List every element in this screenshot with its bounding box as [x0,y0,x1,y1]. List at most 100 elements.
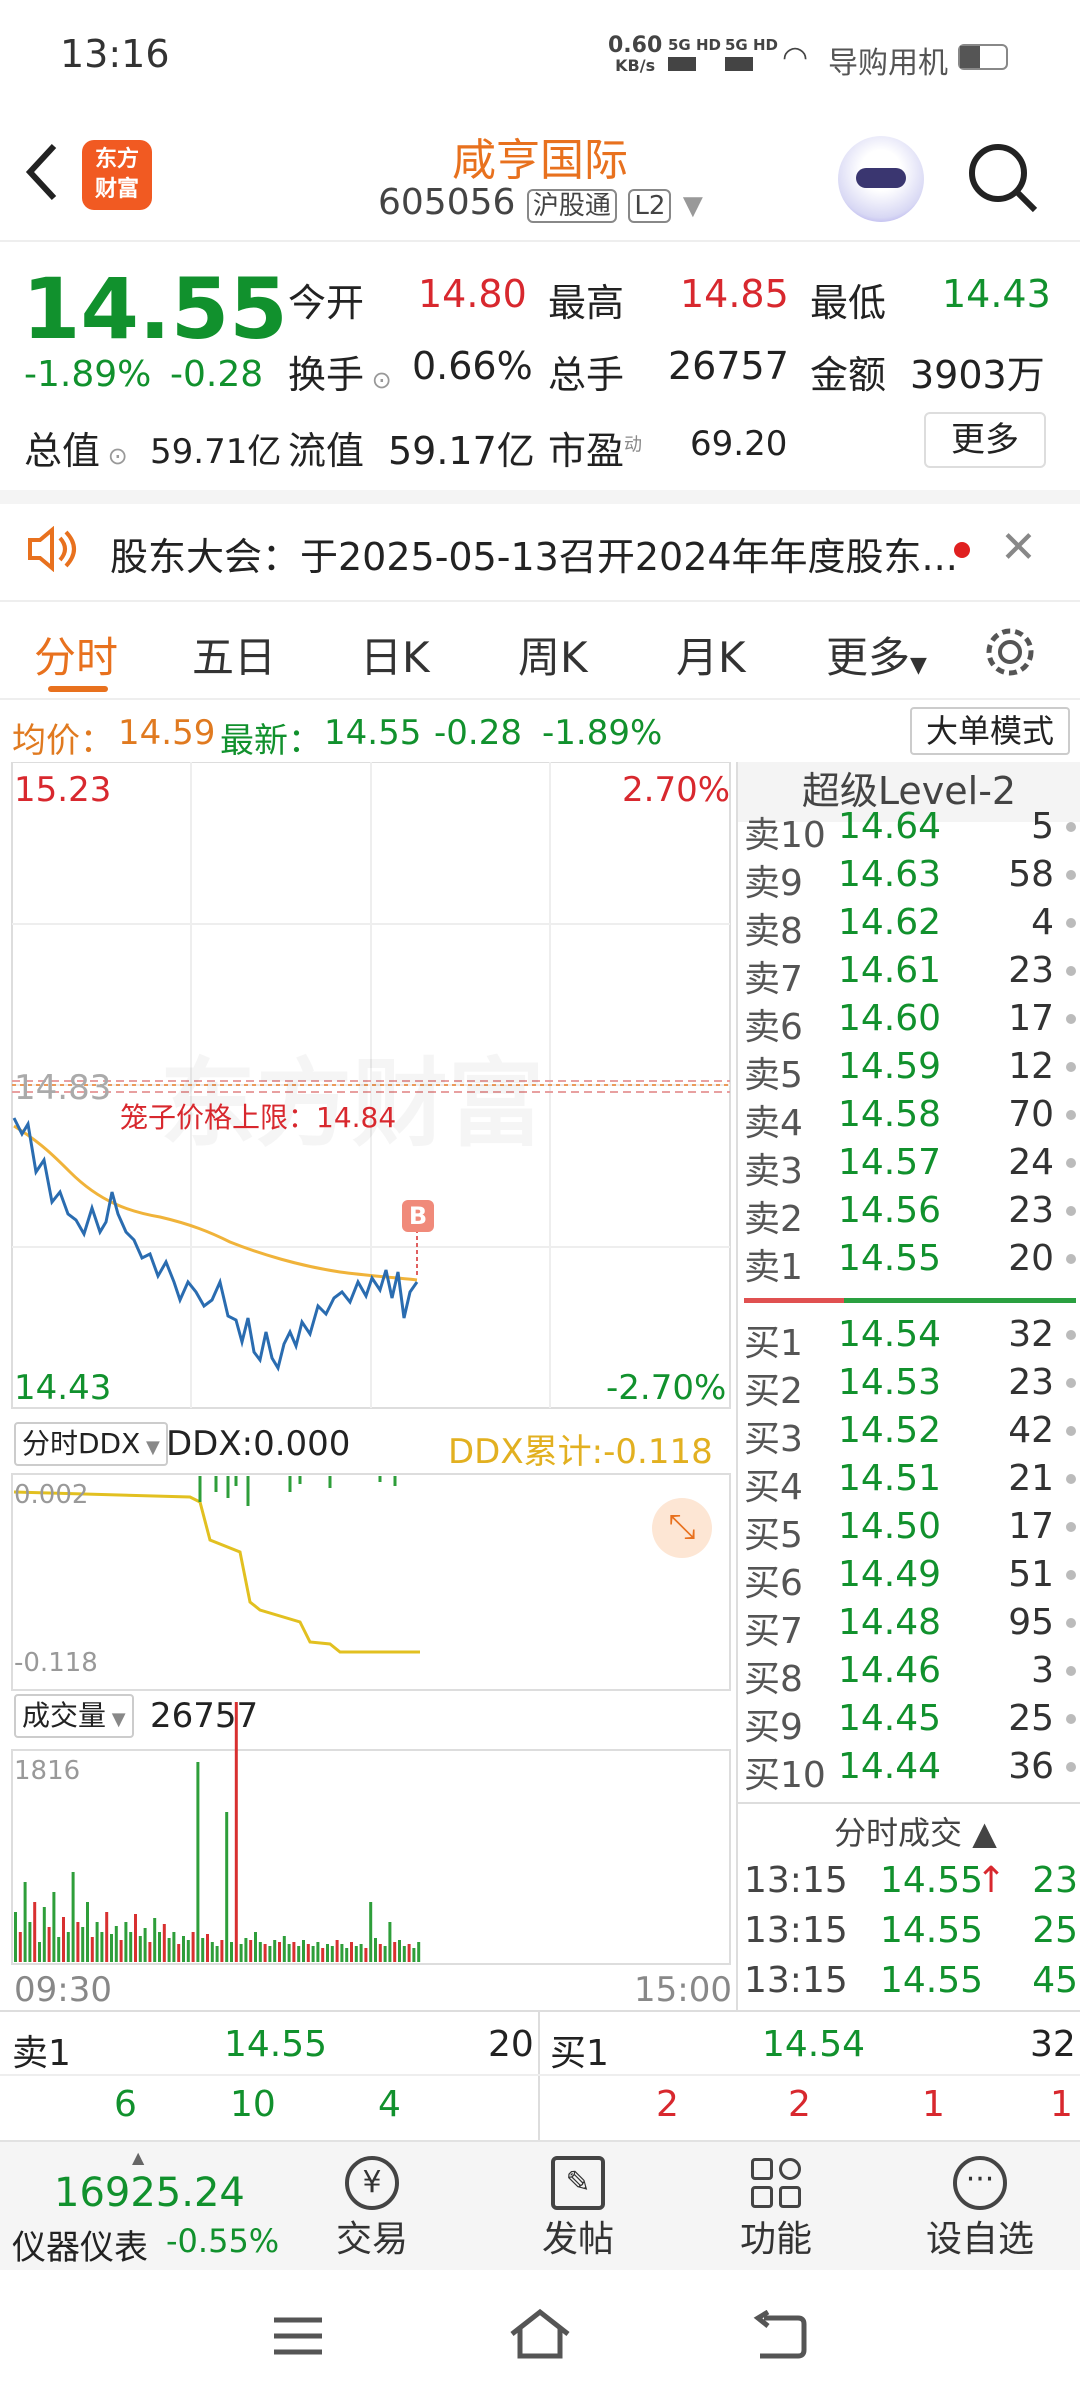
bid-row[interactable]: 买8 14.46 3 [738,1650,1080,1700]
volume-bar [230,1942,233,1962]
volume-bar [364,1948,368,1962]
ask-volume: 58 [1008,854,1054,895]
ask-level: 卖8 [744,911,803,952]
bid-ratio-bar [844,1298,1076,1303]
app-logo[interactable]: 东方 财富 [82,140,152,210]
bid-queue-item: 2 [656,2084,679,2125]
bid-row[interactable]: 买7 14.48 95 [738,1602,1080,1652]
bid-volume: 21 [1008,1458,1054,1499]
volume-bar [297,1946,301,1962]
volume-bar [210,1942,214,1962]
bid-volume: 36 [1008,1746,1054,1787]
latest-label: 最新： [220,721,322,761]
ask-row[interactable]: 卖7 14.61 23 [738,950,1080,1000]
tick-time: 13:15 [744,1960,848,2001]
volume-bar [186,1940,190,1962]
bid-level: 买5 [744,1515,803,1556]
nav-function[interactable]: 功能 [716,2156,836,2262]
tab-more[interactable]: 更多▼ [826,624,927,685]
expand-icon[interactable]: ⤡ [652,1498,712,1558]
open-label: 今开 [288,281,365,325]
announcement-bar[interactable]: 股东大会：于2025-05-13召开2024年年度股东... ✕ [0,490,1080,590]
sector-index-name[interactable]: 仪器仪表 [12,2220,148,2269]
buy-marker[interactable]: B [402,1200,434,1232]
bid-volume: 25 [1008,1698,1054,1739]
volume-bar [282,1936,286,1962]
volume-bar [153,1918,157,1962]
ask-row[interactable]: 卖2 14.56 23 [738,1190,1080,1240]
ask-row[interactable]: 卖3 14.57 24 [738,1142,1080,1192]
tab-daily-k[interactable]: 日K [360,624,430,685]
stock-name[interactable]: 咸亨国际 [340,124,740,188]
more-button[interactable]: 更多 [924,412,1046,468]
volume-bar [28,1922,32,1962]
bid-row[interactable]: 买6 14.49 51 [738,1554,1080,1604]
time-end: 15:00 [634,1970,732,2010]
ask-row[interactable]: 卖4 14.58 70 [738,1094,1080,1144]
tick-time: 13:15 [744,1860,848,1901]
divider [738,1802,1080,1804]
order-dot-icon [1066,1254,1076,1264]
bid-level: 买3 [744,1419,803,1460]
back-icon[interactable] [22,142,62,202]
ask-row[interactable]: 卖9 14.63 58 [738,854,1080,904]
volume-bar [417,1942,421,1962]
volume-bar [38,1942,41,1962]
tick-time: 13:15 [744,1910,848,1951]
bid-row[interactable]: 买3 14.52 42 [738,1410,1080,1460]
ask-level: 卖6 [744,1007,803,1048]
bid1-price: 14.54 [762,2024,866,2065]
back-nav-icon[interactable] [750,2310,810,2360]
volume-bar [326,1944,329,1962]
order-book-panel: 超级Level-2 卖10 14.64 5 卖9 14.63 58 卖8 14.62 4 卖7 14… [736,762,1080,2010]
bid-row[interactable]: 买4 14.51 21 [738,1458,1080,1508]
ask-row[interactable]: 卖6 14.60 17 [738,998,1080,1048]
order-dot-icon [1066,1714,1076,1724]
volume-indicator-select[interactable]: 成交量 ▼ [14,1694,134,1738]
ask-level: 卖2 [744,1199,803,1240]
ask-queue-item: 6 [114,2084,137,2125]
cage-level-value: 14.83 [14,1068,112,1108]
nav-trade[interactable]: ¥ 交易 [312,2156,432,2262]
bid-row[interactable]: 买1 14.54 32 [738,1314,1080,1364]
period-tabs: 分时 五日 日K 周K 月K 更多▼ [0,600,1080,700]
tab-monthly-k[interactable]: 月K [676,624,746,685]
home-icon[interactable] [508,2308,572,2360]
settings-gear-icon[interactable] [982,624,1038,680]
ask-row[interactable]: 卖5 14.59 12 [738,1046,1080,1096]
menu-icon[interactable] [270,2314,326,2358]
bid-row[interactable]: 买5 14.50 17 [738,1506,1080,1556]
more-dots-icon: ··· [953,2156,1007,2210]
close-icon[interactable]: ✕ [1000,522,1037,573]
grid-icon [749,2156,803,2210]
unread-dot [954,542,970,558]
ddx-indicator-select[interactable]: 分时DDX ▼ [14,1422,168,1466]
ask-volume: 20 [1008,1238,1054,1279]
amount-label: 金额 [810,353,887,397]
bid-row[interactable]: 买10 14.44 36 [738,1746,1080,1796]
tab-intraday[interactable]: 分时 [34,624,118,685]
stock-code[interactable]: 605056 沪股通 L2 ▼ [378,182,703,223]
search-icon[interactable] [965,140,1041,216]
nav-add-watchlist[interactable]: ··· 设自选 [910,2156,1050,2262]
big-order-mode-button[interactable]: 大单模式 [910,707,1070,755]
tab-weekly-k[interactable]: 周K [518,624,588,685]
bid-row[interactable]: 买9 14.45 25 [738,1698,1080,1748]
assistant-avatar-icon[interactable] [838,136,924,222]
ask-row[interactable]: 卖8 14.62 4 [738,902,1080,952]
sector-index-value[interactable]: 16925.24 [54,2170,245,2216]
ask-row[interactable]: 卖1 14.55 20 [738,1238,1080,1288]
order-dot-icon [1066,1522,1076,1532]
volume-bar [388,1922,392,1962]
bid-row[interactable]: 买2 14.53 23 [738,1362,1080,1412]
bid-level: 买6 [744,1563,803,1604]
ticks-title[interactable]: 分时成交 ▲ [834,1808,997,1854]
nav-post[interactable]: ✎ 发帖 [518,2156,638,2262]
divider [0,2074,1080,2076]
volume-bar [287,1944,291,1962]
ask-row[interactable]: 卖10 14.64 5 [738,806,1080,856]
bid-price: 14.49 [838,1554,942,1595]
mcap-value: 59.71亿 [150,432,282,472]
tab-5day[interactable]: 五日 [192,624,276,685]
intraday-chart-area[interactable]: 东方财富 15.23 2.70% 14.83 笼子价格上限：14.84 14.4… [0,762,734,2010]
